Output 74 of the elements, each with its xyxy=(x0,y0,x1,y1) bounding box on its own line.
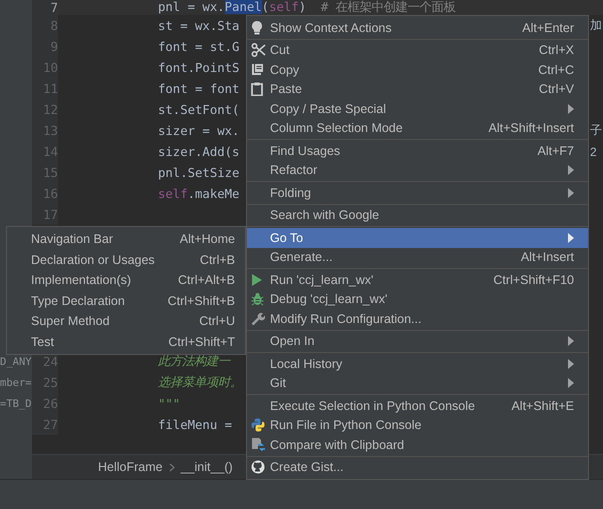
menu-item[interactable]: Modify Run Configuration... xyxy=(247,309,588,328)
chevron-icon xyxy=(168,462,175,472)
submenu-arrow-icon xyxy=(568,232,574,243)
breadcrumb-item[interactable]: __init__() xyxy=(180,460,233,474)
submenu-arrow-icon xyxy=(568,165,574,176)
cat-logo-icon xyxy=(251,460,265,474)
code-token: font = font xyxy=(158,82,240,96)
code-token: font.PointS xyxy=(158,60,240,74)
menu-item[interactable]: Paste Ctrl+V xyxy=(247,80,588,99)
submenu-arrow-icon xyxy=(568,188,574,198)
menu-item[interactable]: Show Context Actions Alt+Enter xyxy=(247,18,588,38)
code-token: Panel xyxy=(224,0,262,14)
menu-item[interactable]: Implementation(s) Ctrl+Alt+B xyxy=(7,270,245,290)
code-token: pnl.SetSize xyxy=(158,166,240,180)
code-token: # 在框架中创建一个面板 xyxy=(320,0,456,14)
menu-item[interactable]: Folding xyxy=(247,183,588,202)
menu-item[interactable]: Run File in Python Console xyxy=(247,416,588,435)
menu-item[interactable]: Generate... Alt+Insert xyxy=(247,248,588,267)
menu-item[interactable]: Super Method Ctrl+U xyxy=(7,311,245,332)
menu-item[interactable]: Cut Ctrl+X xyxy=(247,40,588,60)
code-token: pnl = wx. xyxy=(158,0,225,14)
code-token: sizer = wx. xyxy=(158,124,240,138)
code-token: self xyxy=(158,186,188,200)
menu-item[interactable]: Copy Ctrl+C xyxy=(247,60,588,80)
menu-item[interactable]: Refactor xyxy=(247,160,588,180)
panel-text: mber= xyxy=(0,376,32,388)
menu-item[interactable]: Execute Selection in Python Console Alt+Shift+E xyxy=(247,396,588,416)
menu-item[interactable]: Column Selection Mode Alt+Shift+Insert xyxy=(247,118,588,138)
code-token: """ xyxy=(158,396,180,410)
panel-text: =TB_D xyxy=(0,398,32,410)
code-fragment: 2 xyxy=(590,144,598,158)
wrench-icon xyxy=(251,312,265,326)
code-token: 此方法构建一 xyxy=(158,354,230,368)
lightbulb-icon xyxy=(251,20,263,36)
code-token: .makeMe xyxy=(188,186,240,200)
menu-item[interactable]: Run 'ccj_learn_wx' Ctrl+Shift+F10 xyxy=(247,270,588,290)
menu-item[interactable]: Type Declaration Ctrl+Shift+B xyxy=(7,290,245,311)
menu-item[interactable]: Copy / Paste Special xyxy=(247,99,588,118)
clipboard-icon xyxy=(251,82,263,96)
copy-icon xyxy=(251,62,264,77)
code-token: fileMenu = xyxy=(158,418,234,432)
code-token: 选择菜单项时。 xyxy=(158,375,242,389)
menu-item[interactable]: Open In xyxy=(247,332,588,351)
code-fragment: 加 xyxy=(590,17,603,34)
submenu-arrow-icon xyxy=(568,358,574,369)
panel-text: D_ANY xyxy=(0,356,32,368)
menu-item[interactable]: Create Gist... xyxy=(247,458,588,477)
menu-item[interactable]: Declaration or Usages Ctrl+B xyxy=(7,250,245,270)
menu-item[interactable]: Test Ctrl+Shift+T xyxy=(7,332,245,352)
code-fragment: 子 xyxy=(590,122,603,139)
menu-item[interactable]: Debug 'ccj_learn_wx' xyxy=(247,290,588,309)
bug-icon xyxy=(251,292,264,306)
code-token: font = st.G xyxy=(158,40,240,54)
scissors-icon xyxy=(251,43,266,58)
submenu-arrow-icon xyxy=(568,336,574,346)
submenu-arrow-icon xyxy=(568,378,574,388)
code-token: ( xyxy=(262,0,270,14)
submenu-arrow-icon xyxy=(568,104,574,114)
code-token: st.SetFont( xyxy=(158,102,240,116)
play-icon xyxy=(251,272,263,287)
compare-files-icon xyxy=(251,437,266,452)
menu-item[interactable]: Git xyxy=(247,374,588,393)
menu-item[interactable]: Navigation Bar Alt+Home xyxy=(7,229,245,250)
menu-item[interactable]: Search with Google xyxy=(247,206,588,225)
menu-item[interactable]: Local History xyxy=(247,354,588,374)
code-token: sizer.Add(s xyxy=(158,144,240,158)
menu-item[interactable]: Find Usages Alt+F7 xyxy=(247,141,588,160)
python-icon xyxy=(251,418,265,432)
code-token: ) xyxy=(298,0,308,14)
menu-item[interactable]: Compare with Clipboard xyxy=(247,435,588,454)
code-token: self xyxy=(269,0,299,14)
breadcrumb-item[interactable]: HelloFrame xyxy=(98,460,163,474)
menu-item[interactable]: Go To xyxy=(247,228,588,248)
code-token: st = wx.Sta xyxy=(158,18,240,32)
